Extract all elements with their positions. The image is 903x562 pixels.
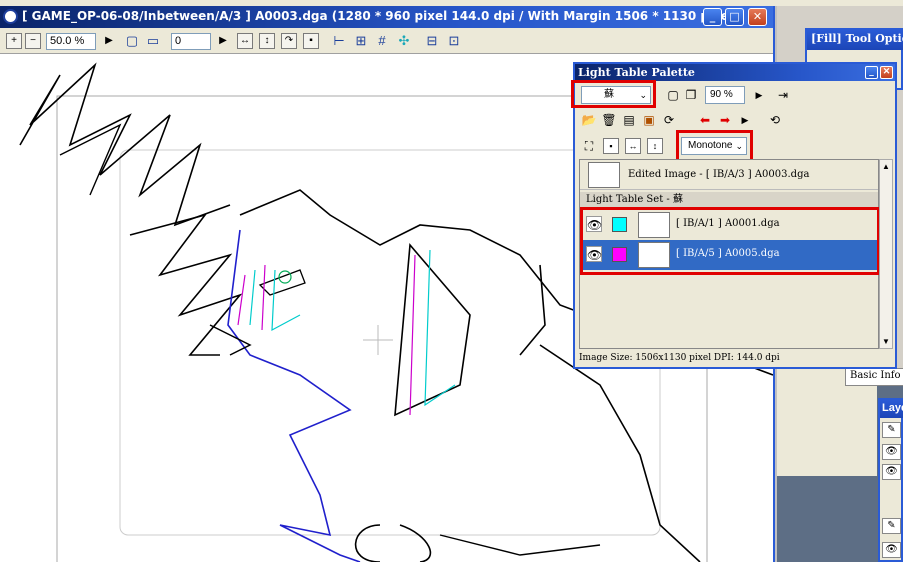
arrow-left-icon[interactable]: ⬅ (697, 112, 713, 128)
grid-icon[interactable]: ⊞ (353, 33, 369, 49)
clear-all-icon[interactable]: ▤ (621, 112, 637, 128)
set-header: Light Table Set - 蘇 (580, 192, 878, 208)
layer-window-title[interactable]: Layer (880, 400, 903, 418)
highlight-set-dropdown (571, 80, 656, 108)
status-bar: Image Size: 1506x1130 pixel DPI: 144.0 d… (579, 353, 780, 363)
zoom-arrow-icon[interactable]: ▶ (103, 33, 115, 49)
flip-vertical-icon[interactable]: ↕ (259, 33, 275, 49)
frame-icon[interactable]: ⊡ (446, 33, 462, 49)
document-toolbar: + − 50.0 % ▶ ▢ ▭ 0 ▶ ↔ ↕ ↷ ▪ ⊢ ⊞ # ✣ ⊟ ⊡ (0, 28, 773, 54)
minimize-button[interactable]: _ (703, 8, 722, 26)
refresh-icon[interactable]: ⟳ (661, 112, 677, 128)
info-tab-strip: Basic Info (777, 368, 903, 386)
fill-tool-option-title[interactable]: [Fill] Tool Option (807, 30, 903, 50)
zoom-in-button[interactable]: + (6, 33, 22, 49)
edited-image-thumbnail (588, 162, 620, 188)
arrow-right-icon[interactable]: ➡ (717, 112, 733, 128)
delete-icon[interactable]: 🗑 (601, 112, 617, 128)
step-forward-icon[interactable]: ⇥ (775, 87, 791, 103)
safe-frame-icon[interactable]: ⊟ (424, 33, 440, 49)
info-panel (777, 386, 877, 476)
center-icon[interactable]: ▪ (303, 33, 319, 49)
copy-set-icon[interactable]: ❐ (683, 87, 699, 103)
play-icon[interactable]: ▶ (737, 112, 753, 128)
layer-eye-icon[interactable]: 👁 (882, 444, 901, 460)
scroll-up-icon[interactable]: ▲ (882, 162, 890, 171)
layer-new-icon[interactable]: ✎ (882, 518, 901, 534)
light-table-palette: Light Table Palette _ ✕ 蘇 ⌄ ▢ ❐ 90 % ▶ ⇥… (571, 62, 897, 369)
tab-basic-info[interactable]: Basic Info (845, 369, 903, 386)
flip-horizontal-icon[interactable]: ↔ (625, 138, 641, 154)
center-view-icon[interactable]: ▪ (603, 138, 619, 154)
opacity-arrow-icon[interactable]: ▶ (751, 87, 767, 103)
rotate-arrow-icon[interactable]: ▶ (217, 33, 229, 49)
edited-image-row[interactable]: Edited Image - [ IB/A/3 ] A0003.dga (580, 160, 878, 190)
layer-eye-icon[interactable]: 👁 (882, 464, 901, 480)
light-table-title: Light Table Palette (578, 66, 695, 79)
swap-icon[interactable]: ⟲ (767, 112, 783, 128)
page-icon[interactable]: ▢ (124, 33, 140, 49)
opacity-value: 90 % (710, 89, 733, 100)
reset-position-icon[interactable]: ⛶ (581, 138, 597, 154)
list-scrollbar[interactable]: ▲ ▼ (879, 159, 893, 349)
layer-window: Layer ✎ 👁 👁 ✎ 👁 (878, 398, 903, 562)
light-table-list: Edited Image - [ IB/A/3 ] A0003.dga Ligh… (579, 159, 880, 349)
document-title: [ GAME_OP-06-08/Inbetween/A/3 ] A0003.dg… (22, 9, 739, 23)
document-title-bar[interactable]: [ GAME_OP-06-08/Inbetween/A/3 ] A0003.dg… (0, 6, 773, 28)
app-icon (3, 9, 18, 24)
page-fold-icon[interactable]: ▭ (145, 33, 161, 49)
edited-image-label: Edited Image - [ IB/A/3 ] A0003.dga (628, 169, 810, 180)
highlight-color-mode (676, 130, 753, 162)
maximize-button[interactable]: □ (725, 8, 744, 26)
open-folder-icon[interactable]: 📂 (581, 112, 597, 128)
field-guide-icon[interactable]: ✣ (396, 33, 412, 49)
close-button[interactable]: ✕ (748, 8, 767, 26)
flip-horizontal-icon[interactable]: ↔ (237, 33, 253, 49)
layer-new-icon[interactable]: ✎ (882, 422, 901, 438)
highlight-rows (580, 207, 880, 275)
grid-fine-icon[interactable]: # (374, 33, 390, 49)
light-table-title-bar[interactable]: Light Table Palette _ ✕ (575, 64, 895, 81)
zoom-field[interactable]: 50.0 % (46, 33, 96, 50)
rotate-field[interactable]: 0 (171, 33, 211, 50)
scroll-down-icon[interactable]: ▼ (882, 337, 890, 346)
save-icon[interactable]: ▣ (641, 112, 657, 128)
layer-eye-icon[interactable]: 👁 (882, 542, 901, 558)
zoom-out-button[interactable]: − (25, 33, 41, 49)
opacity-field[interactable]: 90 % (705, 86, 745, 104)
new-set-icon[interactable]: ▢ (665, 87, 681, 103)
palette-close-button[interactable]: ✕ (880, 66, 893, 79)
flip-vertical-icon[interactable]: ↕ (647, 138, 663, 154)
ruler-icon[interactable]: ⊢ (331, 33, 347, 49)
palette-minimize-button[interactable]: _ (865, 66, 878, 79)
rotate-icon[interactable]: ↷ (281, 33, 297, 49)
